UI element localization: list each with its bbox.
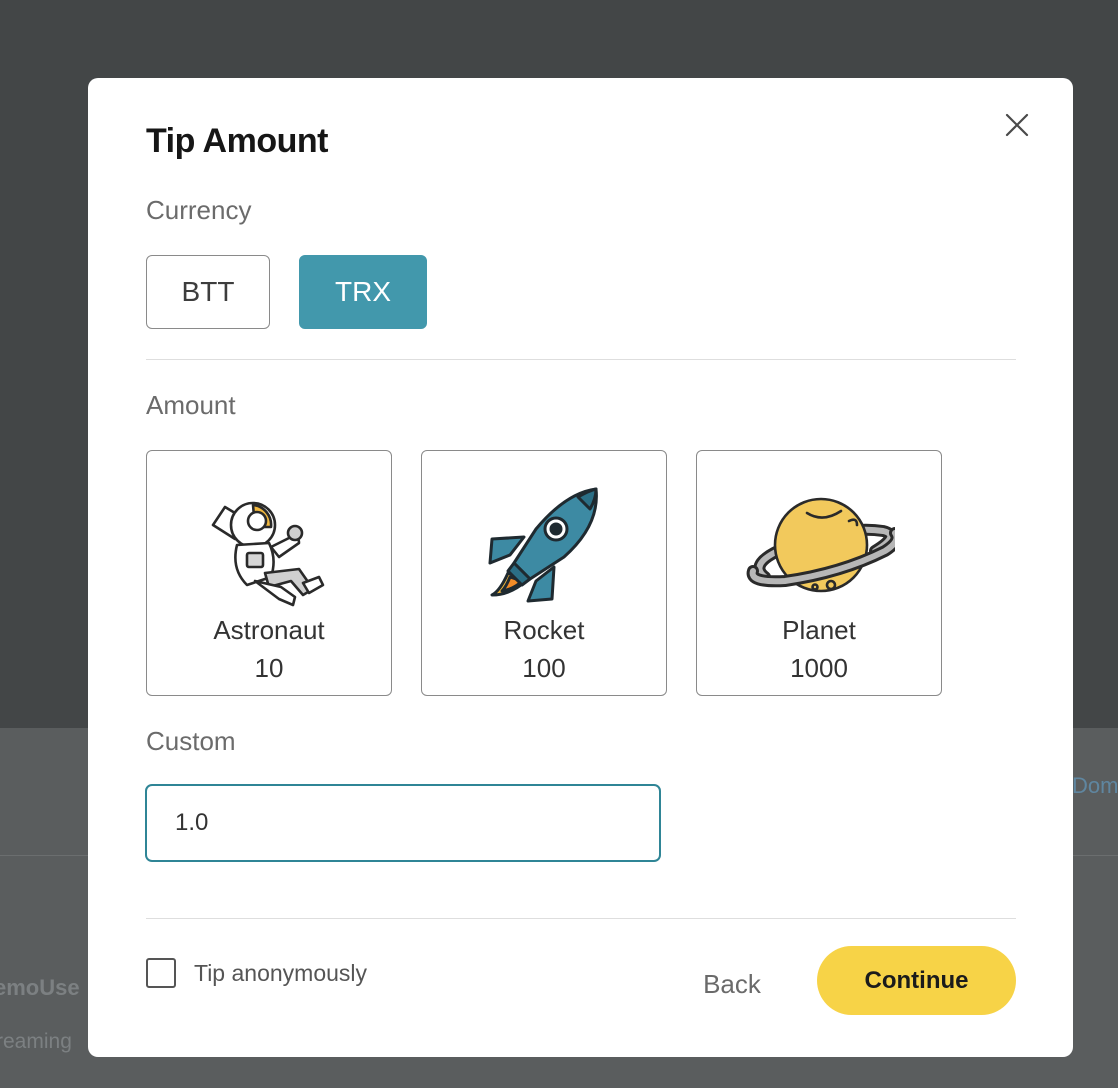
astronaut-value: 10 (254, 653, 284, 683)
amount-card-planet[interactable]: Planet 1000 (696, 450, 942, 696)
planet-name: Planet (782, 615, 856, 645)
rocket-icon (470, 473, 620, 613)
tip-anonymously-checkbox[interactable] (146, 958, 176, 988)
amount-card-rocket[interactable]: Rocket 100 (421, 450, 667, 696)
amount-card-astronaut[interactable]: Astronaut 10 (146, 450, 392, 696)
tip-amount-modal: Tip Amount Currency BTT TRX Amount Astro… (88, 78, 1073, 1057)
close-icon[interactable] (1000, 108, 1034, 142)
custom-label: Custom (146, 726, 236, 756)
planet-value: 1000 (790, 653, 848, 683)
astronaut-icon (195, 473, 345, 613)
currency-trx-button[interactable]: TRX (299, 255, 427, 329)
footer-divider (146, 918, 1016, 919)
tip-anonymously-label: Tip anonymously (194, 960, 368, 986)
continue-button[interactable]: Continue (817, 946, 1016, 1015)
section-divider (146, 359, 1016, 360)
currency-label: Currency (146, 195, 252, 225)
rocket-value: 100 (522, 653, 566, 683)
currency-btt-button[interactable]: BTT (146, 255, 270, 329)
astronaut-name: Astronaut (213, 615, 325, 645)
back-button[interactable]: Back (686, 962, 778, 1006)
background-streaming-text: reaming (0, 1030, 72, 1053)
background-username-text: emoUse (0, 975, 80, 1000)
custom-amount-input[interactable] (145, 784, 661, 862)
rocket-name: Rocket (503, 615, 585, 645)
background-domain-text: Dom (1072, 773, 1118, 798)
amount-label: Amount (146, 390, 236, 420)
planet-icon (745, 473, 903, 613)
modal-title: Tip Amount (146, 122, 328, 160)
